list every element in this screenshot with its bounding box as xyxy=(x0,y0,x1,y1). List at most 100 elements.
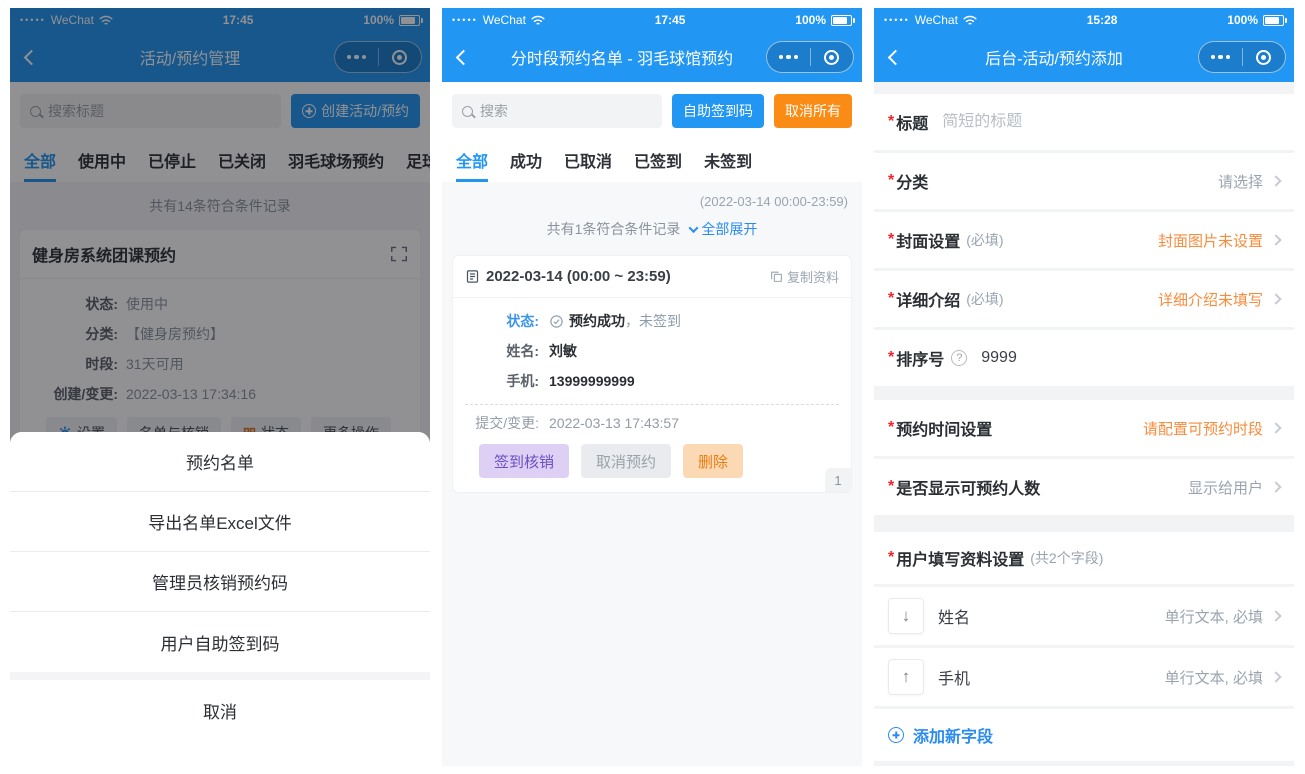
record-phone-row: 手机: 13999999999 xyxy=(465,366,839,396)
wifi-icon xyxy=(531,15,545,26)
tab-success[interactable]: 成功 xyxy=(510,140,542,182)
category-value: 请选择 xyxy=(1218,171,1263,192)
record-status-row: 状态: 预约成功 ，未签到 xyxy=(465,306,839,336)
nav-bar: 后台-活动/预约添加 xyxy=(874,32,1294,82)
phone-booking-roster: ••••• WeChat 17:45 100% 分时段预约名单 - 羽毛球馆预约 xyxy=(442,8,862,766)
search-input[interactable] xyxy=(480,103,652,119)
more-menu-icon[interactable] xyxy=(767,55,810,60)
chevron-down-icon xyxy=(689,223,699,233)
search-icon xyxy=(462,106,473,117)
phone-activity-management: ••••• WeChat 17:45 100% 活动/预约管理 xyxy=(10,8,430,740)
field-type-label: 单行文本, 必填 xyxy=(1165,667,1263,688)
form-row-user-fields-header: * 用户填写资料设置 (共2个字段) xyxy=(874,532,1294,584)
description-value: 详细介绍未填写 xyxy=(1158,289,1263,310)
form-row-description[interactable]: * 详细介绍 (必填) 详细介绍未填写 xyxy=(874,271,1294,327)
tab-all[interactable]: 全部 xyxy=(456,140,488,182)
close-capsule-icon[interactable] xyxy=(1243,50,1286,65)
sheet-cancel-button[interactable]: 取消 xyxy=(10,680,430,740)
signal-icon: ••••• xyxy=(452,16,478,25)
tab-cancelled[interactable]: 已取消 xyxy=(564,140,612,182)
battery-icon xyxy=(1263,15,1284,26)
field-type-label: 单行文本, 必填 xyxy=(1165,606,1263,627)
tab-checked-in[interactable]: 已签到 xyxy=(634,140,682,182)
sort-order-value[interactable]: 9999 xyxy=(981,349,1017,367)
battery-percent: 100% xyxy=(795,13,826,27)
copy-data-button[interactable]: 复制资料 xyxy=(770,267,839,286)
screenshot-stage: ••••• WeChat 17:45 100% 活动/预约管理 xyxy=(0,0,1305,774)
page-title: 分时段预约名单 - 羽毛球馆预约 xyxy=(486,45,758,69)
status-bar: ••••• WeChat 15:28 100% xyxy=(874,8,1294,32)
filter-tabs: 全部 成功 已取消 已签到 未签到 xyxy=(442,140,862,182)
miniprogram-capsule xyxy=(766,41,854,73)
record-name-row: 姓名: 刘敏 xyxy=(465,336,839,366)
search-toolbar: 自助签到码 取消所有 xyxy=(442,82,862,140)
document-icon xyxy=(465,269,480,284)
sheet-item-admin-verify-code[interactable]: 管理员核销预约码 xyxy=(10,552,430,612)
carrier-label: WeChat xyxy=(483,13,526,27)
plus-circle-icon xyxy=(888,727,904,743)
checkin-verify-button[interactable]: 签到核销 xyxy=(479,444,569,478)
nav-bar: 分时段预约名单 - 羽毛球馆预约 xyxy=(442,32,862,82)
more-menu-icon[interactable] xyxy=(1199,55,1242,60)
self-checkin-code-button[interactable]: 自助签到码 xyxy=(672,94,764,128)
form-row-show-capacity[interactable]: * 是否显示可预约人数 显示给用户 xyxy=(874,459,1294,515)
chevron-right-icon xyxy=(1270,422,1281,433)
form-row-title: * 标题 xyxy=(874,94,1294,150)
move-down-button[interactable]: ↓ xyxy=(888,598,924,634)
user-field-row-phone[interactable]: ↑ 手机 单行文本, 必填 xyxy=(874,648,1294,706)
help-icon[interactable]: ? xyxy=(951,350,967,366)
form-row-booking-time[interactable]: * 预约时间设置 请配置可预约时段 xyxy=(874,400,1294,456)
clock: 17:45 xyxy=(655,13,686,27)
cover-value: 封面图片未设置 xyxy=(1158,230,1263,251)
form-row-category[interactable]: * 分类 请选择 xyxy=(874,153,1294,209)
show-capacity-value: 显示给用户 xyxy=(1188,477,1263,498)
form-row-sort-order: * 排序号 ? 9999 xyxy=(874,330,1294,386)
carrier-label: WeChat xyxy=(915,13,958,27)
chevron-right-icon xyxy=(1270,293,1281,304)
chevron-right-icon xyxy=(1270,671,1281,682)
tab-not-checked-in[interactable]: 未签到 xyxy=(704,140,752,182)
add-new-field-button[interactable]: 添加新字段 xyxy=(888,723,993,747)
close-capsule-icon[interactable] xyxy=(811,50,854,65)
wifi-icon xyxy=(963,15,977,26)
battery-icon xyxy=(831,15,852,26)
status-bar: ••••• WeChat 17:45 100% xyxy=(442,8,862,32)
add-field-row: 添加新字段 xyxy=(874,709,1294,761)
sheet-item-export-excel[interactable]: 导出名单Excel文件 xyxy=(10,492,430,552)
back-icon[interactable] xyxy=(888,49,904,65)
delete-button[interactable]: 删除 xyxy=(683,444,743,478)
user-field-row-name[interactable]: ↓ 姓名 单行文本, 必填 xyxy=(874,587,1294,645)
check-circle-icon xyxy=(549,314,564,329)
sheet-item-booking-list[interactable]: 预约名单 xyxy=(10,432,430,492)
chevron-right-icon xyxy=(1270,175,1281,186)
form-row-cover[interactable]: * 封面设置 (必填) 封面图片未设置 xyxy=(874,212,1294,268)
cancel-booking-button[interactable]: 取消预约 xyxy=(581,444,671,478)
cancel-all-button[interactable]: 取消所有 xyxy=(774,94,852,128)
record-datetime: 2022-03-14 (00:00 ~ 23:59) xyxy=(486,268,671,285)
clock: 15:28 xyxy=(1087,13,1118,27)
action-sheet: 预约名单 导出名单Excel文件 管理员核销预约码 用户自助签到码 取消 xyxy=(10,432,430,740)
record-submit-row: 提交/变更: 2022-03-13 17:43:57 xyxy=(465,409,839,437)
battery-percent: 100% xyxy=(1227,13,1258,27)
expand-all-link[interactable]: 全部展开 xyxy=(690,219,757,239)
chevron-right-icon xyxy=(1270,234,1281,245)
copy-icon xyxy=(770,270,783,283)
miniprogram-capsule xyxy=(1198,41,1286,73)
page-number-badge: 1 xyxy=(825,468,851,492)
chevron-right-icon xyxy=(1270,481,1281,492)
booking-time-value: 请配置可预约时段 xyxy=(1143,418,1263,439)
signal-icon: ••••• xyxy=(884,16,910,25)
date-range-label: (2022-03-14 00:00-23:59) xyxy=(442,182,862,211)
chevron-right-icon xyxy=(1270,610,1281,621)
title-input[interactable] xyxy=(942,113,1280,131)
sheet-item-self-checkin-code[interactable]: 用户自助签到码 xyxy=(10,612,430,672)
result-count: 共有1条符合条件记录 xyxy=(547,219,681,239)
search-input-wrap[interactable] xyxy=(452,94,662,128)
move-up-button[interactable]: ↑ xyxy=(888,659,924,695)
booking-record-card: 2022-03-14 (00:00 ~ 23:59) 复制资料 状态: 预约成功… xyxy=(452,255,852,493)
arrow-down-icon: ↓ xyxy=(902,606,911,626)
back-icon[interactable] xyxy=(456,49,472,65)
divider xyxy=(465,404,839,405)
arrow-up-icon: ↑ xyxy=(902,667,911,687)
page-title: 后台-活动/预约添加 xyxy=(918,45,1190,69)
